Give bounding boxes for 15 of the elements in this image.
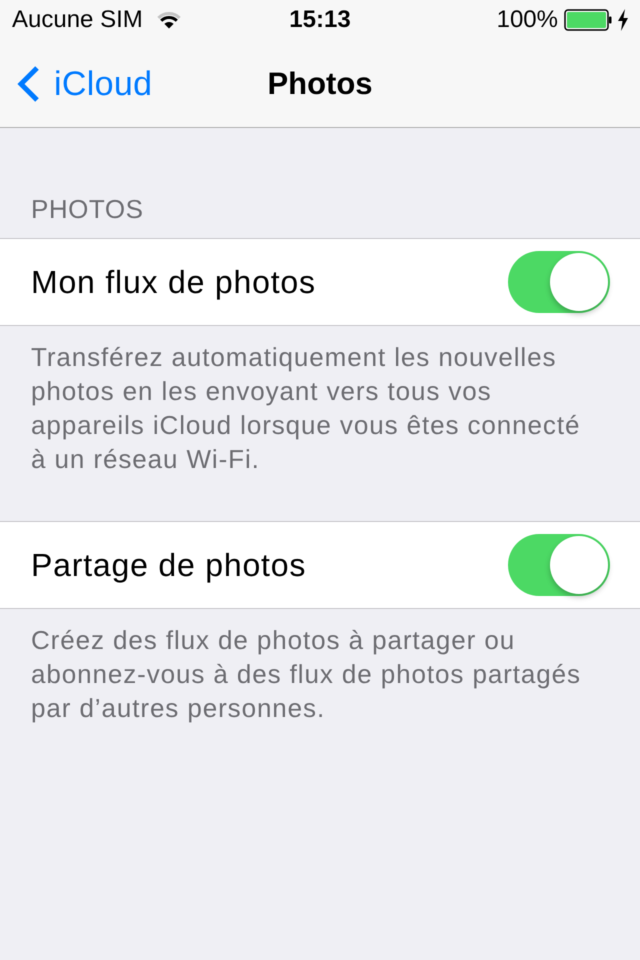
toggle-switch[interactable] xyxy=(508,251,610,313)
setting-label: Partage de photos xyxy=(31,546,306,584)
battery-percentage: 100% xyxy=(496,6,558,34)
battery-icon xyxy=(564,9,612,31)
back-button[interactable]: iCloud xyxy=(0,64,152,104)
section-footer-text: Créez des flux de photos à partager ou abonnez-vous à des flux de photos partagés par d’autres personnes. xyxy=(31,624,582,725)
wifi-icon xyxy=(156,12,181,28)
carrier-name: Aucune SIM xyxy=(12,6,143,34)
section-footer-text: Transférez automatiquement les nouvelles photos en les envoyant vers tous vos appareils iCloud lorsque vous êtes connecté à un réseau Wi-Fi. xyxy=(31,341,582,476)
page-title: Photos xyxy=(267,64,373,102)
setting-label: Mon flux de photos xyxy=(31,263,316,301)
back-chevron-icon xyxy=(16,64,40,102)
section-header: PHOTOS xyxy=(31,194,144,224)
toggle-switch[interactable] xyxy=(508,534,610,596)
clock-time: 15:13 xyxy=(289,6,351,34)
